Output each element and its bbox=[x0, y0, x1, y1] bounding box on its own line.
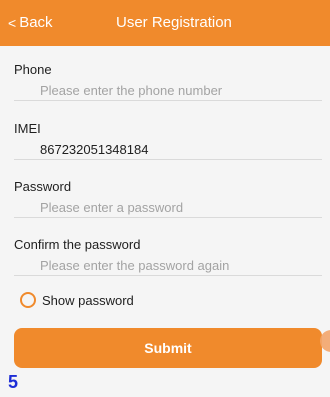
password-label: Password bbox=[14, 179, 72, 194]
back-label: Back bbox=[19, 14, 53, 31]
confirm-password-label: Confirm the password bbox=[14, 237, 141, 252]
radio-icon[interactable] bbox=[20, 292, 36, 308]
confirm-password-input[interactable] bbox=[14, 256, 322, 276]
show-password-label: Show password bbox=[42, 292, 134, 308]
imei-label: IMEI bbox=[14, 121, 41, 136]
password-input[interactable] bbox=[14, 198, 322, 218]
password-field: Password bbox=[14, 179, 322, 218]
app-header: < Back User Registration bbox=[0, 0, 330, 46]
confirm-password-field: Confirm the password bbox=[14, 237, 322, 276]
imei-field: IMEI bbox=[14, 121, 322, 160]
registration-screen: < Back User Registration Phone IMEI Pass… bbox=[0, 0, 330, 397]
phone-input[interactable] bbox=[14, 81, 322, 101]
page-title: User Registration bbox=[116, 14, 232, 31]
submit-button[interactable]: Submit bbox=[14, 328, 322, 368]
phone-field: Phone bbox=[14, 62, 322, 101]
phone-label: Phone bbox=[14, 62, 52, 77]
chevron-left-icon: < bbox=[8, 15, 17, 31]
back-button[interactable]: < Back bbox=[8, 14, 53, 32]
show-password-toggle[interactable]: Show password bbox=[20, 292, 134, 308]
imei-input[interactable] bbox=[14, 140, 322, 160]
overlay-marker: 5 bbox=[8, 372, 19, 392]
